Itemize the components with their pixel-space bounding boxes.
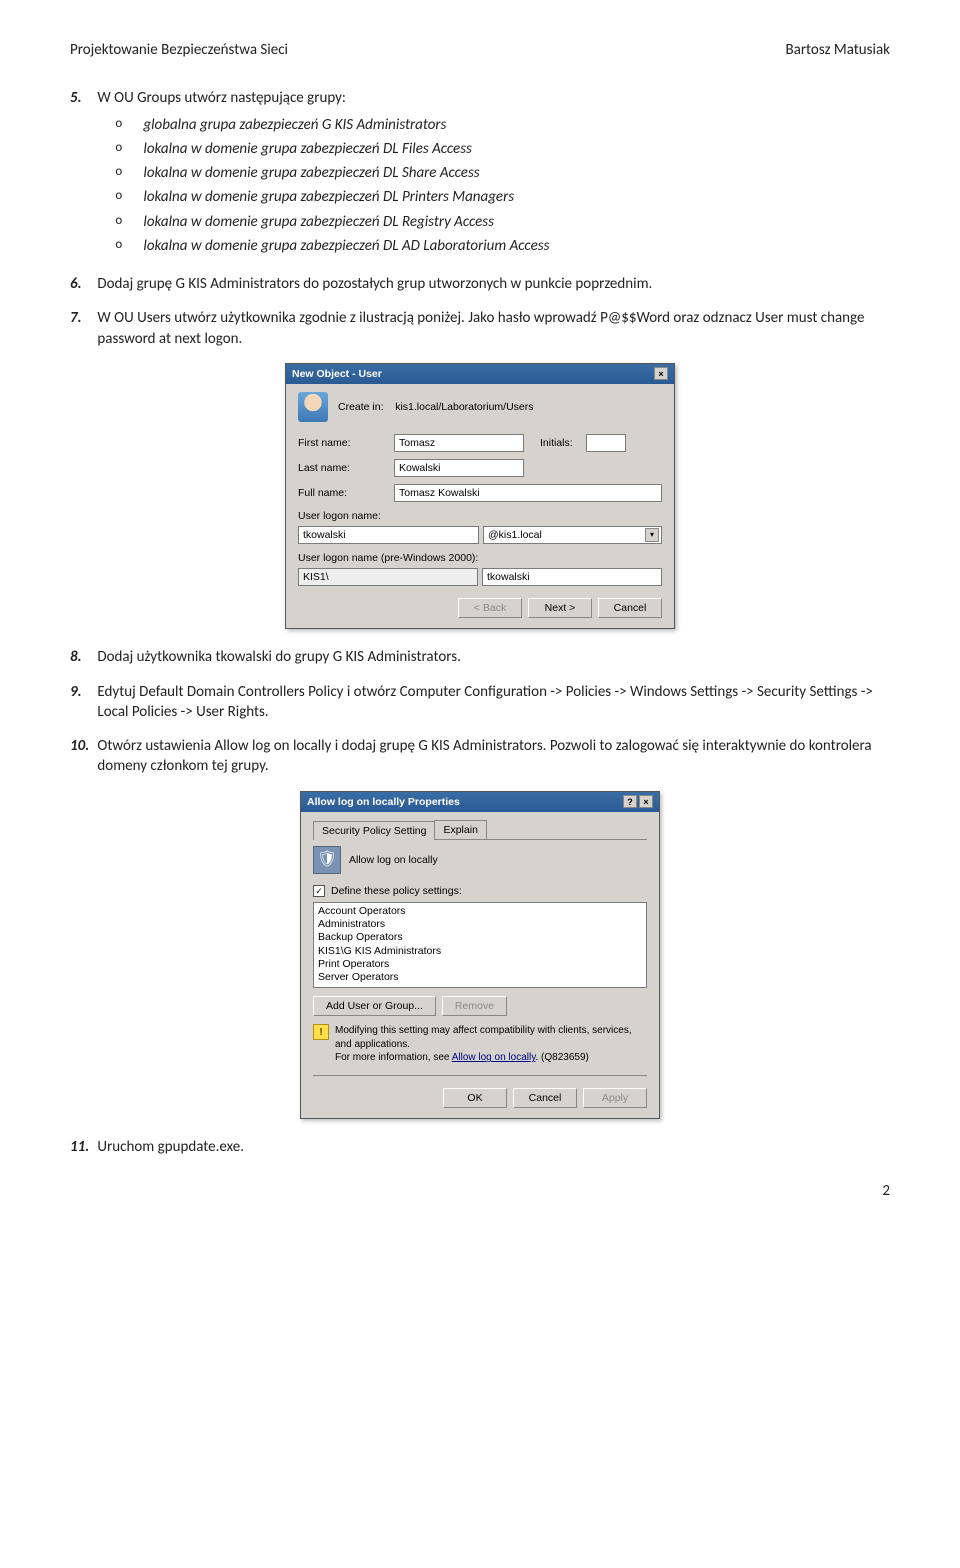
last-name-field[interactable] [394,459,524,477]
tab-security-policy-setting[interactable]: Security Policy Setting [313,821,435,840]
principals-listbox[interactable]: Account Operators Administrators Backup … [313,902,647,988]
warning-text-1: Modifying this setting may affect compat… [335,1025,632,1050]
step-5-bullets: o globalna grupa zabezpieczeń G KIS Admin… [115,115,889,257]
step-10: 10. Otwórz ustawienia Allow log on local… [70,736,890,777]
dialog-titlebar: Allow log on locally Properties ? × [301,792,659,812]
dialog-title: New Object - User [292,367,382,381]
add-user-button[interactable]: Add User or Group... [313,996,436,1016]
define-policy-checkbox[interactable]: ✓ [313,885,325,897]
initials-field[interactable] [586,434,626,452]
bullet-text: lokalna w domenie grupa zabezpieczeń DL … [143,163,479,183]
ok-button[interactable]: OK [443,1088,507,1108]
step-number: 6. [70,274,94,294]
step-number: 11. [70,1137,94,1157]
instruction-list-end: 11. Uruchom gpupdate.exe. [70,1137,890,1157]
list-item[interactable]: Backup Operators [318,931,642,944]
step-5: 5. W OU Groups utwórz następujące grupy:… [70,88,890,260]
new-user-dialog: New Object - User × Create in: kis1.loca… [285,363,675,630]
header-left: Projektowanie Bezpieczeństwa Sieci [70,40,288,60]
step-6: 6. Dodaj grupę G KIS Administrators do p… [70,274,890,294]
step-11-text: Uruchom gpupdate.exe. [97,1137,889,1157]
step-10-text: Otwórz ustawienia Allow log on locally i… [97,736,889,777]
remove-button[interactable]: Remove [442,996,507,1016]
instruction-list: 5. W OU Groups utwórz następujące grupy:… [70,88,890,349]
last-name-label: Last name: [298,461,390,475]
first-name-field[interactable] [394,434,524,452]
dialog-titlebar: New Object - User × [286,364,674,384]
upn-suffix-select[interactable]: @kis1.local ▾ [483,526,662,544]
initials-label: Initials: [540,436,582,450]
full-name-field[interactable] [394,484,662,502]
pre2000-label: User logon name (pre-Windows 2000): [298,551,662,565]
back-button[interactable]: < Back [458,598,522,618]
define-policy-label: Define these policy settings: [331,884,462,898]
close-icon[interactable]: × [654,367,668,380]
pre2000-user-field[interactable] [482,568,662,586]
bullet-text: lokalna w domenie grupa zabezpieczeń DL … [143,139,472,159]
next-button[interactable]: Next > [528,598,592,618]
warning-text-2b: . (Q823659) [535,1052,588,1063]
cancel-button[interactable]: Cancel [513,1088,577,1108]
create-in-path: kis1.local/Laboratorium/Users [395,401,533,413]
header-right: Bartosz Matusiak [785,40,890,60]
step-9: 9. Edytuj Default Domain Controllers Pol… [70,682,890,723]
step-8-text: Dodaj użytkownika tkowalski do grupy G K… [97,647,889,667]
bullet-marker: o [115,187,129,207]
bullet-text: lokalna w domenie grupa zabezpieczeń DL … [143,236,549,256]
step-9-text: Edytuj Default Domain Controllers Policy… [97,682,889,723]
bullet-text: lokalna w domenie grupa zabezpieczeń DL … [143,212,494,232]
policy-icon: 🛡 [313,846,341,874]
list-item[interactable]: Server Operators [318,971,642,984]
bullet-marker: o [115,236,129,256]
bullet-marker: o [115,212,129,232]
create-in-label: Create in: [338,401,384,413]
policy-name: Allow log on locally [349,853,438,867]
step-6-text: Dodaj grupę G KIS Administrators do pozo… [97,274,889,294]
apply-button[interactable]: Apply [583,1088,647,1108]
upn-suffix-value: @kis1.local [488,528,542,542]
page-header: Projektowanie Bezpieczeństwa Sieci Barto… [70,40,890,60]
cancel-button[interactable]: Cancel [598,598,662,618]
page-number: 2 [70,1181,890,1201]
step-number: 8. [70,647,94,667]
instruction-list-cont: 8. Dodaj użytkownika tkowalski do grupy … [70,647,890,776]
step-11: 11. Uruchom gpupdate.exe. [70,1137,890,1157]
close-icon[interactable]: × [639,795,653,808]
step-number: 10. [70,736,94,756]
pre2000-domain-field [298,568,478,586]
warning-text-2a: For more information, see [335,1052,452,1063]
step-number: 7. [70,308,94,328]
bullet-marker: o [115,115,129,135]
bullet-marker: o [115,139,129,159]
policy-properties-dialog: Allow log on locally Properties ? × Secu… [300,791,660,1119]
tab-explain[interactable]: Explain [434,820,486,839]
logon-name-label: User logon name: [298,509,662,523]
step-7-text: W OU Users utwórz użytkownika zgodnie z … [97,308,889,349]
logon-name-field[interactable] [298,526,479,544]
list-item[interactable]: KIS1\G KIS Administrators [318,945,642,958]
full-name-label: Full name: [298,486,390,500]
step-number: 5. [70,88,94,108]
user-icon [298,392,328,422]
step-5-text: W OU Groups utwórz następujące grupy: [97,89,346,107]
warning-link[interactable]: Allow log on locally [452,1052,536,1063]
step-8: 8. Dodaj użytkownika tkowalski do grupy … [70,647,890,667]
bullet-marker: o [115,163,129,183]
bullet-text: globalna grupa zabezpieczeń G KIS Admini… [143,115,446,135]
list-item[interactable]: Administrators [318,918,642,931]
help-icon[interactable]: ? [623,795,637,808]
list-item[interactable]: Account Operators [318,905,642,918]
compatibility-warning: ! Modifying this setting may affect comp… [313,1024,647,1065]
chevron-down-icon: ▾ [645,528,659,542]
list-item[interactable]: Print Operators [318,958,642,971]
dialog-title: Allow log on locally Properties [307,795,460,809]
step-7: 7. W OU Users utwórz użytkownika zgodnie… [70,308,890,349]
tabs: Security Policy Setting Explain [313,820,647,840]
bullet-text: lokalna w domenie grupa zabezpieczeń DL … [143,187,514,207]
first-name-label: First name: [298,436,390,450]
warning-icon: ! [313,1024,329,1040]
step-number: 9. [70,682,94,702]
